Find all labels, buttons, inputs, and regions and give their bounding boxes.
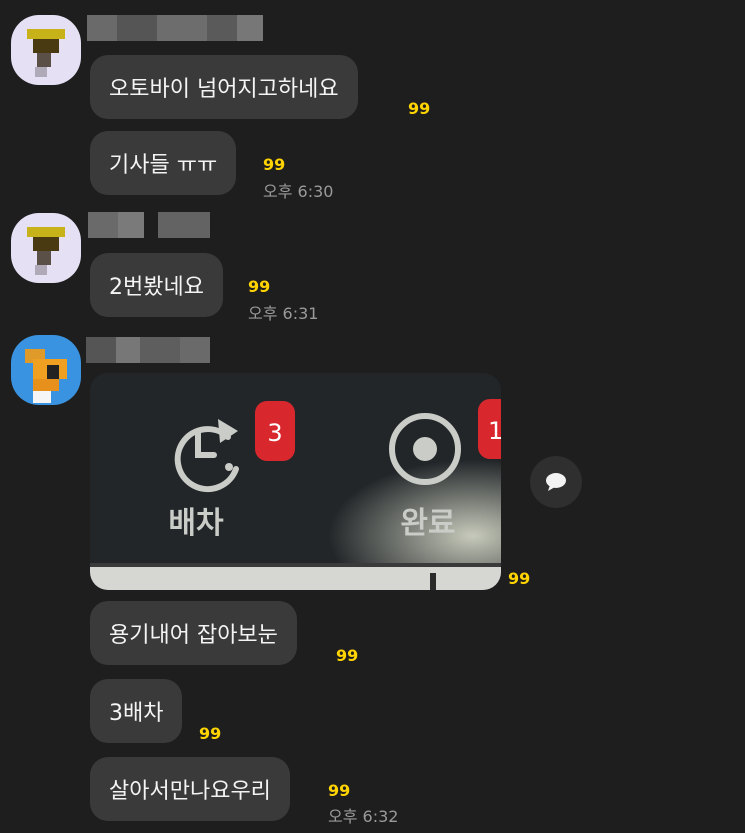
message-timestamp: 오후 6:30 bbox=[263, 182, 334, 201]
unread-count: 99 bbox=[508, 569, 531, 588]
message-timestamp: 오후 6:31 bbox=[248, 304, 319, 323]
message-bubble[interactable]: 기사들 ㅠㅠ bbox=[90, 131, 237, 195]
message-bubble[interactable]: 살아서만나요우리 bbox=[90, 757, 290, 821]
sender-name-blurred bbox=[87, 15, 263, 41]
unread-count: 99 bbox=[263, 155, 286, 174]
avatar[interactable] bbox=[11, 335, 81, 405]
dispatch-badge: 3 bbox=[267, 419, 282, 447]
dispatch-label: 배차 bbox=[168, 506, 224, 541]
complete-label: 완료 bbox=[400, 506, 455, 541]
sender-name-blurred bbox=[88, 212, 210, 238]
avatar[interactable] bbox=[11, 15, 81, 85]
message-text: 기사들 ㅠㅠ bbox=[109, 153, 218, 178]
message-timestamp: 오후 6:32 bbox=[328, 807, 399, 826]
unread-count: 99 bbox=[336, 646, 359, 665]
message-bubble[interactable]: 용기내어 잡아보눈 bbox=[90, 601, 297, 665]
message-bubble[interactable]: 3배차 bbox=[90, 679, 183, 743]
photo-message[interactable]: 3 배차 1 완료 bbox=[90, 373, 501, 590]
avatar[interactable] bbox=[11, 213, 81, 283]
unread-count: 99 bbox=[408, 99, 431, 118]
sender-name-blurred bbox=[86, 337, 210, 363]
unread-count: 99 bbox=[199, 724, 222, 743]
share-button[interactable] bbox=[530, 456, 582, 508]
speech-bubble-icon bbox=[546, 473, 566, 491]
message-text: 용기내어 잡아보눈 bbox=[109, 623, 278, 648]
unread-count: 99 bbox=[328, 781, 351, 800]
message-text: 2번봤네요 bbox=[109, 275, 204, 300]
message-bubble[interactable]: 오토바이 넘어지고하네요 bbox=[90, 55, 358, 119]
complete-badge: 1 bbox=[488, 417, 501, 445]
photo-image: 3 배차 1 완료 bbox=[90, 373, 501, 590]
message-text: 3배차 bbox=[109, 701, 164, 726]
message-text: 오토바이 넘어지고하네요 bbox=[109, 77, 339, 102]
unread-count: 99 bbox=[248, 277, 271, 296]
message-bubble[interactable]: 2번봤네요 bbox=[90, 253, 223, 317]
message-text: 살아서만나요우리 bbox=[109, 779, 271, 804]
